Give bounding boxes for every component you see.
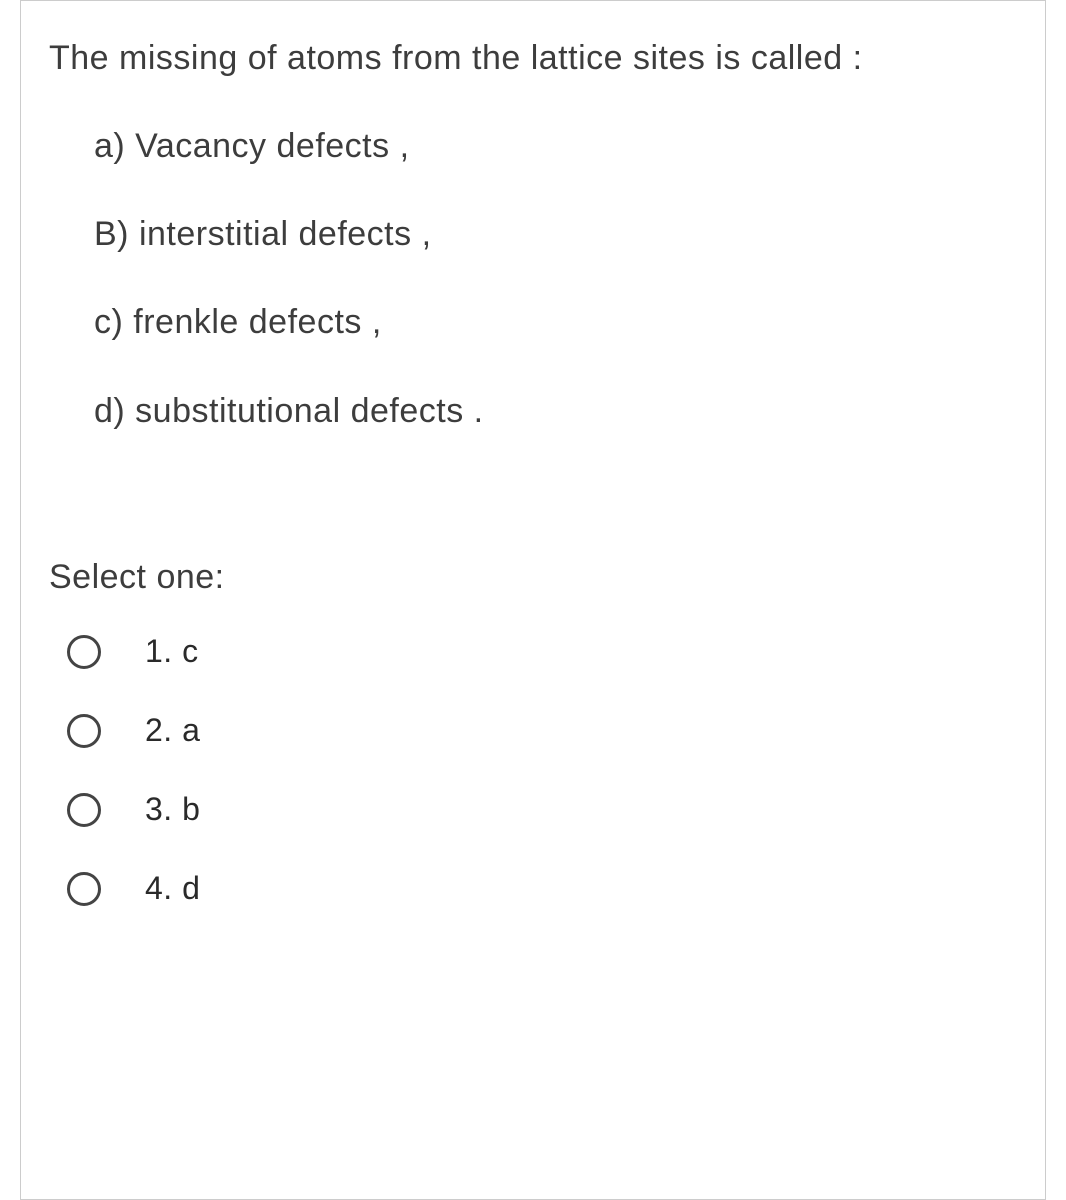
- answer-choices: 1. c 2. a 3. b 4. d: [49, 633, 1017, 907]
- question-card: The missing of atoms from the lattice si…: [20, 0, 1046, 1200]
- answer-choice-2: 2. a: [67, 712, 1017, 749]
- question-prompt: The missing of atoms from the lattice si…: [49, 26, 1017, 91]
- radio-button-1[interactable]: [67, 635, 101, 669]
- answer-choice-1: 1. c: [67, 633, 1017, 670]
- radio-button-3[interactable]: [67, 793, 101, 827]
- answer-label-3: 3. b: [145, 791, 200, 828]
- option-d: d) substitutional defects .: [94, 384, 1017, 438]
- answer-label-2: 2. a: [145, 712, 200, 749]
- option-c: c) frenkle defects ,: [94, 295, 1017, 349]
- answer-choice-3: 3. b: [67, 791, 1017, 828]
- question-options: a) Vacancy defects , B) interstitial def…: [49, 119, 1017, 439]
- option-a: a) Vacancy defects ,: [94, 119, 1017, 173]
- answer-label-4: 4. d: [145, 870, 200, 907]
- select-one-label: Select one:: [49, 558, 1017, 597]
- answer-label-1: 1. c: [145, 633, 199, 670]
- radio-button-4[interactable]: [67, 872, 101, 906]
- radio-button-2[interactable]: [67, 714, 101, 748]
- answer-choice-4: 4. d: [67, 870, 1017, 907]
- option-b: B) interstitial defects ,: [94, 207, 1017, 261]
